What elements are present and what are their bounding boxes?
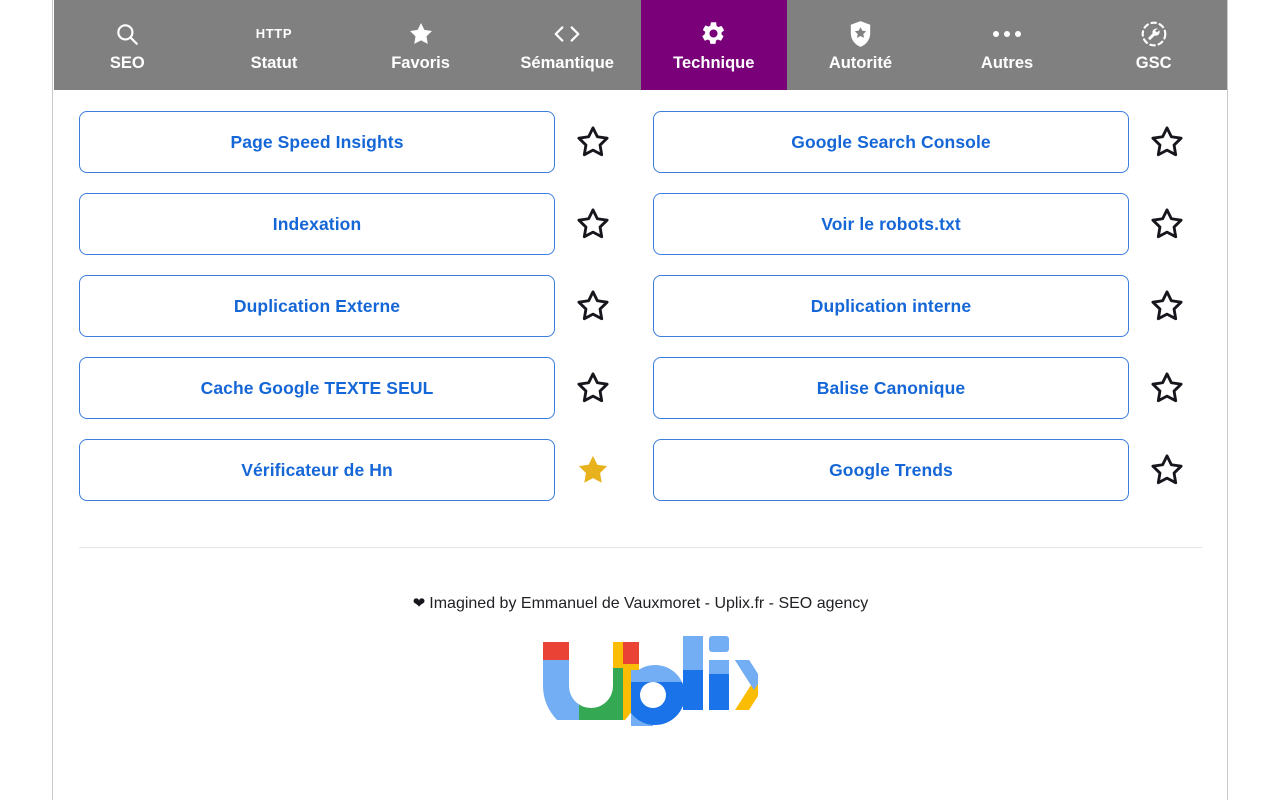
tab-gsc-label: GSC [1135, 53, 1172, 72]
footer-divider [79, 547, 1202, 548]
credits-label: Imagined by Emmanuel de Vauxmoret - Upli… [429, 595, 869, 612]
tab-autres-label: Autres [980, 53, 1034, 72]
search-icon [114, 19, 140, 49]
tab-technique-label: Technique [673, 53, 755, 72]
tool-row: Google Trends [653, 439, 1205, 501]
extension-popup: SEO HTTP Statut Favoris Sémantique Techn… [0, 0, 1280, 800]
shield-star-icon [848, 19, 873, 49]
favorite-star-duplication-externe[interactable] [555, 275, 631, 337]
tool-row: Indexation [79, 193, 631, 255]
tab-favoris-label: Favoris [391, 53, 450, 72]
http-icon: HTTP [255, 26, 293, 42]
tool-grid: Page Speed Insights Indexation Duplicati… [54, 111, 1227, 501]
credits-text: ❤ Imagined by Emmanuel de Vauxmoret - Upl… [54, 596, 1227, 612]
heart-icon: ❤ [412, 595, 426, 612]
favorite-star-page-speed-insights[interactable] [555, 111, 631, 173]
tool-row: Duplication Externe [79, 275, 631, 337]
tool-panel: Page Speed Insights Indexation Duplicati… [54, 90, 1227, 734]
favorite-star-duplication-interne[interactable] [1129, 275, 1205, 337]
tab-seo-label: SEO [109, 53, 145, 72]
page-left-edge [0, 0, 53, 800]
tab-statut-label: Statut [250, 53, 298, 72]
wrench-gauge-icon [1140, 19, 1168, 49]
tool-cache-google-texte-seul[interactable]: Cache Google TEXTE SEUL [79, 357, 555, 419]
tab-gsc[interactable]: GSC [1080, 0, 1227, 90]
tool-row: Voir le robots.txt [653, 193, 1205, 255]
tool-balise-canonique[interactable]: Balise Canonique [653, 357, 1129, 419]
tool-voir-le-robots-txt[interactable]: Voir le robots.txt [653, 193, 1129, 255]
tool-google-search-console[interactable]: Google Search Console [653, 111, 1129, 173]
tool-indexation[interactable]: Indexation [79, 193, 555, 255]
main-navigation: SEO HTTP Statut Favoris Sémantique Techn… [54, 0, 1227, 90]
favorite-star-indexation[interactable] [555, 193, 631, 255]
favorite-star-balise-canonique[interactable] [1129, 357, 1205, 419]
tool-page-speed-insights[interactable]: Page Speed Insights [79, 111, 555, 173]
favorite-star-verificateur-de-hn[interactable] [555, 439, 631, 501]
tab-semantique-label: Sémantique [520, 53, 614, 72]
favorite-star-voir-le-robots-txt[interactable] [1129, 193, 1205, 255]
tool-row: Duplication interne [653, 275, 1205, 337]
ellipsis-icon [992, 19, 1022, 49]
tab-autorite-label: Autorité [828, 53, 893, 72]
app-container: SEO HTTP Statut Favoris Sémantique Techn… [54, 0, 1227, 800]
favorite-star-google-search-console[interactable] [1129, 111, 1205, 173]
tab-technique[interactable]: Technique [640, 0, 788, 90]
page-right-edge [1227, 0, 1280, 800]
tool-row: Google Search Console [653, 111, 1205, 173]
tab-statut[interactable]: HTTP Statut [200, 0, 348, 90]
uplix-logo[interactable] [54, 634, 1227, 734]
tab-autorite[interactable]: Autorité [787, 0, 934, 90]
tool-duplication-externe[interactable]: Duplication Externe [79, 275, 555, 337]
tool-duplication-interne[interactable]: Duplication interne [653, 275, 1129, 337]
tab-favoris[interactable]: Favoris [347, 0, 494, 90]
favorite-star-google-trends[interactable] [1129, 439, 1205, 501]
tab-seo[interactable]: SEO [54, 0, 201, 90]
tool-row: Cache Google TEXTE SEUL [79, 357, 631, 419]
tool-row: Balise Canonique [653, 357, 1205, 419]
gear-icon [700, 19, 727, 49]
star-filled-icon [407, 19, 435, 49]
tool-google-trends[interactable]: Google Trends [653, 439, 1129, 501]
tool-row: Vérificateur de Hn [79, 439, 631, 501]
tool-verificateur-de-hn[interactable]: Vérificateur de Hn [79, 439, 555, 501]
tab-semantique[interactable]: Sémantique [493, 0, 641, 90]
tool-column-left: Page Speed Insights Indexation Duplicati… [79, 111, 642, 501]
tab-autres[interactable]: Autres [933, 0, 1081, 90]
code-icon [552, 19, 582, 49]
tool-row: Page Speed Insights [79, 111, 631, 173]
tool-column-right: Google Search Console Voir le robots.txt [642, 111, 1205, 501]
favorite-star-cache-google-texte-seul[interactable] [555, 357, 631, 419]
